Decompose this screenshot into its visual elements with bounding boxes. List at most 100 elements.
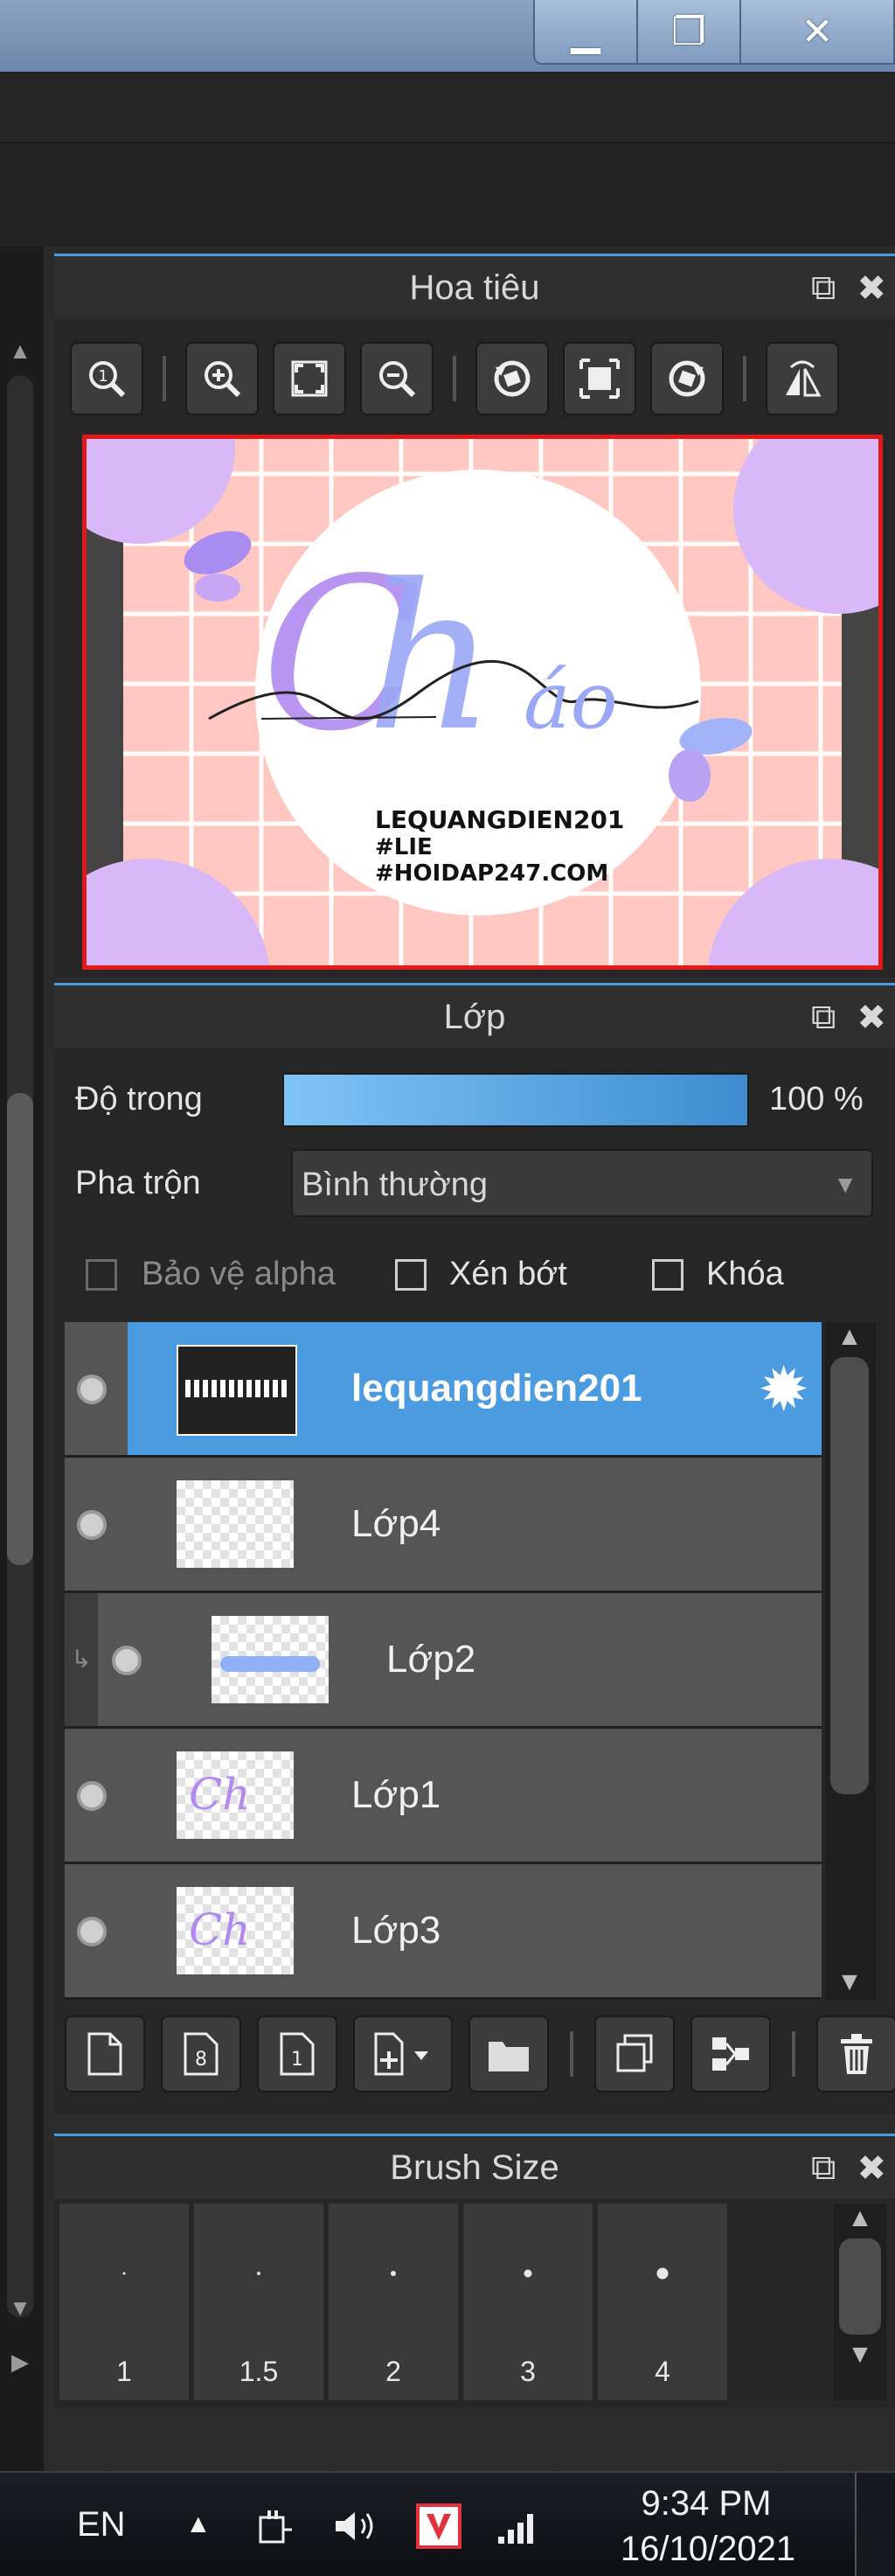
- clock-date[interactable]: 16/10/2021: [603, 2527, 813, 2571]
- brush-size-grid: 1 1.5 2 3 4: [59, 2204, 829, 2400]
- close-button[interactable]: ✕: [741, 0, 893, 63]
- eye-icon[interactable]: [112, 1646, 142, 1675]
- clipping-checkbox[interactable]: [395, 1259, 427, 1291]
- navigator-toolbar: 1: [70, 339, 839, 418]
- layer-row[interactable]: ↳ Lớp2: [65, 1593, 822, 1729]
- brush-size-label: 4: [655, 2356, 670, 2387]
- preview-text-1: LEQUANGDIEN201: [375, 805, 624, 834]
- blend-mode-value: Bình thường: [302, 1166, 489, 1203]
- popout-icon[interactable]: ⧉: [811, 998, 836, 1038]
- popout-icon[interactable]: ⧉: [811, 268, 836, 309]
- rotate-left-icon[interactable]: [475, 342, 549, 415]
- popout-icon[interactable]: ⧉: [811, 2148, 836, 2189]
- brush-size-option[interactable]: 1.5: [194, 2204, 323, 2400]
- brush-size-label: 1.5: [239, 2356, 279, 2387]
- app-v-icon[interactable]: [414, 2473, 463, 2576]
- preview-text-2: #LIE: [375, 834, 433, 860]
- brush-scrollbar-thumb[interactable]: [839, 2238, 881, 2335]
- layer-row[interactable]: Lớp4: [65, 1458, 822, 1593]
- zoom-100-icon[interactable]: 1: [70, 342, 143, 415]
- close-icon[interactable]: ✖: [857, 2148, 886, 2189]
- power-plug-icon[interactable]: [253, 2473, 295, 2576]
- show-hidden-icons-icon[interactable]: ▲: [185, 2473, 212, 2576]
- layer-toolbar: 8 1: [65, 2006, 895, 2102]
- flip-icon[interactable]: [766, 342, 839, 415]
- rotate-right-icon[interactable]: [650, 342, 724, 415]
- brush-size-option[interactable]: 3: [463, 2204, 593, 2400]
- blend-mode-select[interactable]: Bình thường ▼: [291, 1149, 873, 1217]
- layer-row[interactable]: lequangdien201 ✹: [65, 1322, 822, 1458]
- layer-row[interactable]: Ch Lớp1: [65, 1729, 822, 1864]
- new-layer-icon[interactable]: [65, 2016, 145, 2092]
- new-1bit-layer-icon[interactable]: 1: [257, 2016, 337, 2092]
- toolbar-separator: [792, 2031, 795, 2077]
- scroll-down-arrow-icon[interactable]: ▼: [832, 1967, 867, 1997]
- scroll-down-arrow-icon[interactable]: ▼: [834, 2340, 886, 2370]
- lock-checkbox[interactable]: [652, 1259, 683, 1291]
- brush-size-option[interactable]: 4: [598, 2204, 727, 2400]
- language-indicator[interactable]: EN: [77, 2473, 126, 2576]
- duplicate-layer-icon[interactable]: [594, 2016, 675, 2092]
- merge-down-icon[interactable]: [690, 2016, 771, 2092]
- zoom-in-icon[interactable]: [185, 342, 259, 415]
- layer-row[interactable]: Ch Lớp3: [65, 1864, 822, 2000]
- svg-text:1: 1: [291, 2049, 303, 2071]
- layer-thumbnail: Ch: [177, 1751, 294, 1839]
- layer-thumbnail: [177, 1345, 297, 1436]
- eye-icon[interactable]: [77, 1510, 107, 1540]
- scroll-up-arrow-icon[interactable]: ▲: [5, 338, 35, 364]
- close-icon[interactable]: ✖: [857, 268, 886, 309]
- scroll-up-arrow-icon[interactable]: ▲: [832, 1322, 867, 1352]
- fit-window-icon[interactable]: [563, 342, 636, 415]
- brush-dot-icon: [524, 2269, 532, 2278]
- eye-icon[interactable]: [77, 1781, 107, 1811]
- scroll-right-arrow-icon[interactable]: ▶: [5, 2349, 35, 2375]
- new-8bit-layer-icon[interactable]: 8: [161, 2016, 241, 2092]
- zoom-out-icon[interactable]: [360, 342, 434, 415]
- fit-icon[interactable]: [273, 342, 346, 415]
- eye-icon[interactable]: [77, 1917, 107, 1946]
- brush-size-header: Brush Size ⧉ ✖: [54, 2136, 895, 2199]
- clock-time[interactable]: 9:34 PM: [628, 2482, 785, 2525]
- volume-icon[interactable]: [330, 2473, 383, 2576]
- add-layer-dropdown-icon[interactable]: [353, 2016, 453, 2092]
- layer-thumbnail: [212, 1616, 329, 1703]
- signal-icon[interactable]: [495, 2473, 544, 2576]
- eye-icon[interactable]: [77, 1375, 107, 1404]
- toolbar-separator: [453, 356, 456, 401]
- brush-dot-icon: [391, 2271, 396, 2276]
- scroll-up-arrow-icon[interactable]: ▲: [834, 2204, 886, 2233]
- toolbar-separator: [163, 356, 166, 401]
- clipping-indicator-icon: ↳: [65, 1593, 98, 1726]
- layer-scrollbar-thumb[interactable]: [830, 1357, 869, 1794]
- navigator-header: Hoa tiêu ⧉ ✖: [54, 256, 895, 319]
- brush-size-option[interactable]: 1: [59, 2204, 189, 2400]
- gear-icon[interactable]: ✹: [758, 1359, 809, 1420]
- layer-thumbnail: Ch: [177, 1887, 294, 1974]
- brush-scrollbar[interactable]: ▲ ▼: [834, 2204, 886, 2400]
- brush-size-option[interactable]: 2: [329, 2204, 458, 2400]
- close-icon[interactable]: ✖: [857, 998, 886, 1038]
- minimize-button[interactable]: ▁: [535, 0, 638, 63]
- opacity-slider[interactable]: [282, 1073, 749, 1127]
- opacity-value: 100 %: [769, 1081, 864, 1117]
- layers-title: Lớp: [443, 998, 506, 1036]
- svg-text:áo: áo: [524, 655, 618, 747]
- taskbar: EN ▲ 9:34 PM 16/10/2021: [0, 2471, 895, 2576]
- layer-name: Lớp3: [351, 1909, 441, 1952]
- layer-thumbnail: [177, 1480, 294, 1568]
- brush-dot-icon: [656, 2267, 669, 2280]
- left-scrollbar-thumb[interactable]: [7, 1093, 33, 1565]
- maximize-button[interactable]: ❐: [638, 0, 741, 63]
- svg-text:1: 1: [98, 367, 108, 386]
- chevron-down-icon: ▼: [833, 1171, 857, 1198]
- scroll-down-arrow-icon[interactable]: ▼: [5, 2294, 35, 2321]
- canvas-preview[interactable]: C h áo LEQUANGDIEN201 #LIE #HOIDAP247.CO…: [82, 435, 883, 970]
- layer-name: lequangdien201: [351, 1367, 642, 1410]
- show-desktop-button[interactable]: [855, 2473, 895, 2576]
- trash-icon[interactable]: [816, 2016, 895, 2092]
- protect-alpha-checkbox[interactable]: [86, 1259, 117, 1291]
- tool-strip: [0, 143, 895, 247]
- folder-icon[interactable]: [468, 2016, 549, 2092]
- brush-dot-icon: [257, 2272, 260, 2275]
